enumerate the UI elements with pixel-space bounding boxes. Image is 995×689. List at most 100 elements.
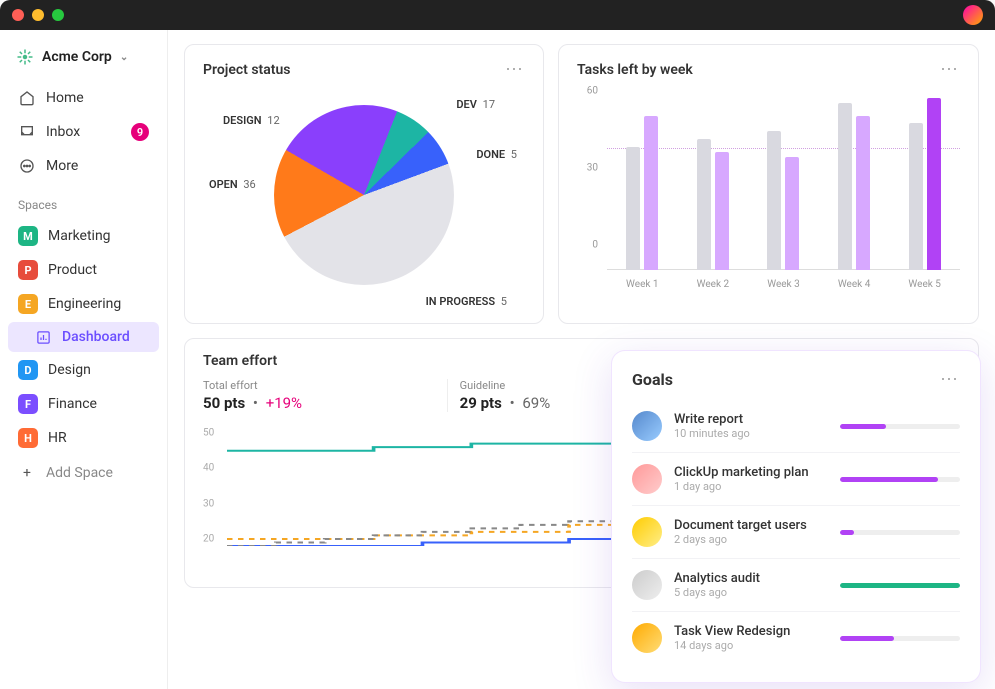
bar (626, 147, 640, 270)
bar-xlabel: Week 3 (767, 279, 800, 290)
bar (644, 116, 658, 270)
space-marketing[interactable]: M Marketing (8, 220, 159, 252)
project-status-card: Project status ⋯ DEV 17DONE 5IN PROGRESS… (184, 44, 544, 324)
bar (715, 152, 729, 270)
add-space-label: Add Space (46, 465, 113, 481)
bar (785, 157, 799, 270)
line-ytick: 30 (203, 498, 214, 509)
goal-progress-fill (840, 583, 960, 588)
nav-label: Inbox (46, 124, 80, 140)
line-ytick: 50 (203, 428, 214, 439)
goal-progress-fill (840, 636, 894, 641)
org-picker[interactable]: Acme Corp ⌄ (8, 40, 159, 80)
card-title: Project status (203, 62, 290, 78)
dashboard-icon (34, 328, 52, 346)
goal-row[interactable]: Document target users 2 days ago (632, 506, 960, 559)
bar-xlabel: Week 2 (697, 279, 730, 290)
bar (927, 98, 941, 270)
card-more-icon[interactable]: ⋯ (940, 369, 960, 390)
space-letter-icon: F (18, 394, 38, 414)
dashboard-label: Dashboard (62, 329, 130, 345)
bar-xlabel: Week 4 (838, 279, 871, 290)
line-ytick: 20 (203, 533, 214, 544)
bar-group (626, 116, 658, 270)
pie-slice-label: DEV 17 (456, 98, 495, 111)
spaces-section-label: Spaces (8, 184, 159, 218)
space-name: Finance (48, 396, 97, 412)
space-name: Marketing (48, 228, 111, 244)
bar-ytick: 0 (592, 240, 598, 251)
goal-progress (840, 530, 960, 535)
goal-row[interactable]: Task View Redesign 14 days ago (632, 612, 960, 664)
space-letter-icon: H (18, 428, 38, 448)
goal-avatar (632, 623, 662, 653)
goal-row[interactable]: Analytics audit 5 days ago (632, 559, 960, 612)
org-name: Acme Corp (42, 49, 112, 65)
minimize-window-button[interactable] (32, 9, 44, 21)
tasks-left-card: Tasks left by week ⋯ 03060 Week 1Week 2W… (558, 44, 979, 324)
bar-xlabel: Week 1 (626, 279, 659, 290)
bar-group (838, 103, 870, 270)
space-letter-icon: D (18, 360, 38, 380)
goal-row[interactable]: Write report 10 minutes ago (632, 400, 960, 453)
nav-more[interactable]: More (8, 150, 159, 182)
card-more-icon[interactable]: ⋯ (940, 59, 960, 80)
sidebar: Acme Corp ⌄ Home Inbox 9 More Spaces M M… (0, 30, 168, 689)
bar-group (697, 139, 729, 270)
goal-avatar (632, 570, 662, 600)
goal-name: Document target users (674, 518, 828, 533)
nav-home[interactable]: Home (8, 82, 159, 114)
inbox-icon (18, 123, 36, 141)
close-window-button[interactable] (12, 9, 24, 21)
goal-avatar (632, 464, 662, 494)
space-product[interactable]: P Product (8, 254, 159, 286)
goal-time: 1 day ago (674, 480, 828, 493)
chevron-down-icon: ⌄ (120, 52, 128, 63)
pie-graphic (274, 105, 454, 285)
line-ytick: 40 (203, 463, 214, 474)
space-letter-icon: M (18, 226, 38, 246)
pie-slice-label: DONE 5 (476, 148, 517, 161)
space-engineering[interactable]: E Engineering (8, 288, 159, 320)
inbox-badge: 9 (131, 123, 149, 141)
goal-progress-fill (840, 477, 938, 482)
bar-group (909, 98, 941, 270)
pie-chart: DEV 17DONE 5IN PROGRESS 5OPEN 36DESIGN 1… (203, 90, 525, 300)
pie-slice-label: OPEN 36 (209, 178, 256, 191)
stat-delta: +19% (266, 394, 302, 412)
nav-inbox[interactable]: Inbox 9 (8, 116, 159, 148)
add-space-button[interactable]: + Add Space (8, 456, 159, 490)
space-design[interactable]: D Design (8, 354, 159, 386)
stat-label: Total effort (203, 379, 447, 392)
maximize-window-button[interactable] (52, 9, 64, 21)
nav-label: Home (46, 90, 84, 106)
goal-time: 10 minutes ago (674, 427, 828, 440)
goal-progress (840, 636, 960, 641)
goal-avatar (632, 411, 662, 441)
goal-row[interactable]: ClickUp marketing plan 1 day ago (632, 453, 960, 506)
sidebar-item-dashboard[interactable]: Dashboard (8, 322, 159, 352)
window-titlebar (0, 0, 995, 30)
stat-value: 29 pts (460, 394, 502, 412)
space-name: Engineering (48, 296, 121, 312)
space-hr[interactable]: H HR (8, 422, 159, 454)
plus-icon: + (18, 464, 36, 482)
space-letter-icon: P (18, 260, 38, 280)
bar-ytick: 60 (587, 85, 598, 96)
goal-progress-fill (840, 530, 854, 535)
card-title: Team effort (203, 353, 277, 369)
goal-name: Analytics audit (674, 571, 828, 586)
goal-time: 5 days ago (674, 586, 828, 599)
space-finance[interactable]: F Finance (8, 388, 159, 420)
card-title: Tasks left by week (577, 62, 693, 78)
goal-progress-fill (840, 424, 886, 429)
org-logo-icon (16, 48, 34, 66)
goals-card: Goals ⋯ Write report 10 minutes ago Clic… (611, 350, 981, 683)
user-avatar[interactable] (963, 5, 983, 25)
goal-progress (840, 424, 960, 429)
more-icon (18, 157, 36, 175)
space-name: HR (48, 430, 67, 446)
goal-progress (840, 583, 960, 588)
goal-progress (840, 477, 960, 482)
card-more-icon[interactable]: ⋯ (505, 59, 525, 80)
